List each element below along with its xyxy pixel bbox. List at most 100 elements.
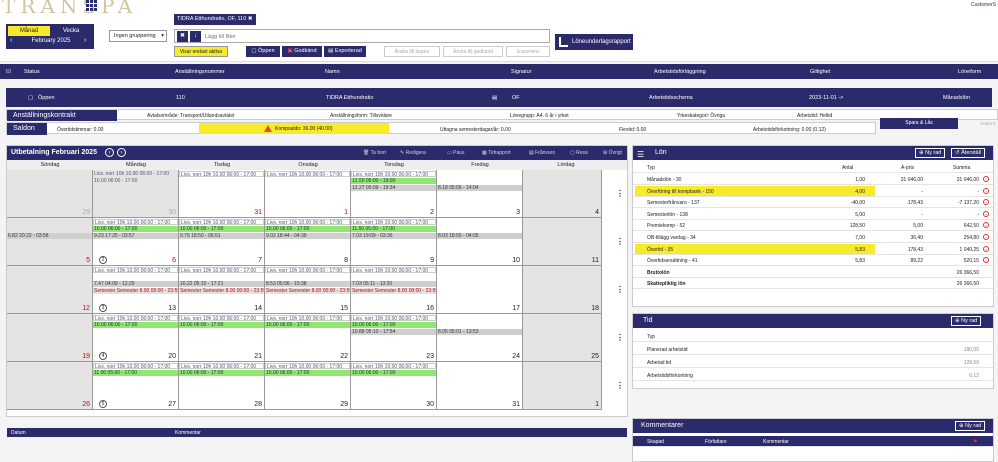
calendar-event[interactable]: Livs. norr 10h 10.00 06:00 - 17:00	[351, 363, 436, 369]
calendar-event[interactable]: Livs. norr 10h 10.00 06:00 - 17:00	[179, 315, 264, 321]
calendar-day-cell[interactable]: 17	[437, 266, 523, 314]
export-disabled-button[interactable]: Exportera	[506, 46, 550, 57]
remove-row-icon[interactable]: −	[983, 222, 989, 229]
calendar-event[interactable]: 11.50 05:00 - 17:00	[351, 226, 436, 232]
more-options-icon[interactable]: ⋮	[615, 362, 625, 410]
col-payform[interactable]: Löneform	[958, 69, 981, 75]
calendar-event[interactable]: Livs. norr 10h 10.00 06:00 - 17:00	[351, 171, 436, 177]
calendar-event[interactable]: 10.00 06:00 - 17:00	[351, 322, 436, 328]
add-time-row-button[interactable]: ⊕ Ny rad	[951, 316, 982, 326]
calendar-prev-icon[interactable]: ‹	[105, 148, 114, 157]
calendar-event[interactable]: Livs. norr 10h 10.00 06:00 - 17:00	[265, 171, 350, 177]
calendar-day-cell[interactable]: 5	[7, 218, 93, 266]
calendar-event[interactable]: 6.82 20:22 - 03:58	[7, 233, 92, 239]
edit-action[interactable]: ✎ Redigera	[400, 150, 426, 156]
calendar-event[interactable]: Livs. norr 10h 10.00 06:00 - 17:00	[351, 315, 436, 321]
calendar-event[interactable]: 8.53 05:06 - 15:38	[265, 281, 350, 287]
calendar-event[interactable]: 10.00 06:00 - 17:00	[351, 370, 436, 376]
filter-input[interactable]	[205, 31, 545, 42]
remove-row-icon[interactable]: −	[983, 199, 989, 206]
app-grid-icon[interactable]	[86, 0, 98, 11]
save-lock-button[interactable]: Spara & Lås	[880, 118, 958, 129]
remove-row-icon[interactable]: −	[983, 187, 989, 194]
calendar-event[interactable]: Semester Semester 8.00 00:00 - 23:59	[179, 288, 264, 294]
calendar-day-cell[interactable]: 24	[437, 314, 523, 362]
calendar-event[interactable]: 10.00 06:00 - 17:00	[179, 322, 264, 328]
salary-row[interactable]: Överföring till kompbank - 150 4,00- - −	[633, 185, 993, 197]
calendar-event[interactable]: 8.03 18:55 - 04:05	[437, 233, 522, 239]
calendar-event[interactable]: Livs. norr 10h 10.00 06:00 - 17:00	[179, 363, 264, 369]
clear-filter-icon[interactable]: ✖	[177, 31, 188, 42]
calendar-event[interactable]: Livs. norr 10h 10.00 06:00 - 17:00	[179, 267, 264, 273]
col-empno[interactable]: Anställningsnummer	[175, 69, 225, 75]
calendar-day-cell[interactable]: 26	[7, 362, 93, 410]
calendar-event[interactable]: Livs. norr 10h 10.00 06:00 - 17:00	[265, 267, 350, 273]
calendar-day-cell[interactable]: 1	[265, 170, 351, 218]
time-row[interactable]: Arbetstidsförkortning 0,12	[633, 370, 993, 381]
calendar-day-cell[interactable]: 10	[437, 218, 523, 266]
calendar-event[interactable]: 7.47 04:09 - 12:29	[93, 281, 178, 287]
time-row[interactable]: Planerad arbetstid 180,00	[633, 344, 993, 355]
remove-row-icon[interactable]: −	[983, 257, 989, 264]
calendar-event[interactable]: 7.03 05:11 - 13:20	[351, 281, 436, 287]
calendar-event[interactable]: 12.50 05:00 - 19:00	[351, 178, 436, 184]
col-signature[interactable]: Signatur	[511, 69, 532, 75]
calendar-event[interactable]: Livs. norr 10h 10.00 06:00 - 17:00	[93, 315, 178, 321]
calendar-event[interactable]: 8.05 05:01 - 13:53	[437, 329, 522, 335]
calendar-event[interactable]: 10.00 06:00 - 17:00	[265, 370, 350, 376]
change-to-approved-button[interactable]: Ändra till godkänd	[443, 46, 503, 57]
salary-row[interactable]: Övertid - 35 5,83 178,43 1 040,25−	[633, 243, 993, 255]
chevron-left-icon[interactable]: ‹	[10, 37, 12, 44]
remove-row-icon[interactable]: −	[983, 176, 989, 182]
calendar-event[interactable]: 7.03 19:09 - 03:36	[351, 233, 436, 239]
timereport-action[interactable]: ▦ Tidrapport	[482, 150, 511, 156]
week-toggle[interactable]: Vecka	[50, 26, 92, 36]
calendar-event[interactable]: 10.00 06:00 - 17:00	[265, 322, 350, 328]
filter-chip[interactable]: TIDRA Etthundratio, OF, 110 ✖	[174, 14, 256, 25]
calendar-event[interactable]: 10.22 05:10 - 17:21	[179, 281, 264, 287]
calendar-event[interactable]: Livs. norr 10h 10.00 06:00 - 17:00	[93, 267, 178, 273]
customer-label[interactable]: CustomerS	[971, 2, 996, 8]
calendar-event[interactable]: 9.75 18:50 - 06:51	[179, 233, 264, 239]
col-status[interactable]: Status	[24, 69, 40, 75]
calendar-day-cell[interactable]: 29	[7, 170, 93, 218]
calendar-day-cell[interactable]: 31	[179, 170, 265, 218]
remove-row-icon[interactable]: −	[983, 210, 989, 217]
calendar-event[interactable]: 10.00 06:00 - 17:00	[179, 226, 264, 232]
calendar-event[interactable]: 10.00 06:00 - 17:00	[93, 226, 178, 232]
calendar-event[interactable]: Livs. norr 10h 10.00 06:00 - 17:00	[265, 219, 350, 225]
open-button[interactable]: ▢ Öppen	[246, 46, 280, 57]
calendar-event[interactable]: 11.00 05:00 - 17:00	[93, 370, 178, 376]
only-active-toggle[interactable]: Visar endast aktiva	[174, 46, 228, 57]
calendar-day-cell[interactable]: 4	[523, 170, 602, 218]
calendar-day-cell[interactable]: 25	[523, 314, 602, 362]
salary-row[interactable]: Semesterfrånvaro - 137 -40,00 178,43 -7 137…	[633, 197, 993, 209]
more-options-icon[interactable]: ⋮	[615, 314, 625, 362]
salary-row[interactable]: OB-tillägg vardag - 34 7,00 36,40 254,80−	[633, 232, 993, 243]
calendar-event[interactable]: 10.00 06:00 - 17:00	[265, 226, 350, 232]
salary-row[interactable]: Premiekomp - 52 128,50 5,00 642,50−	[633, 220, 993, 232]
month-toggle[interactable]: Månad	[8, 26, 50, 36]
calendar-day-cell[interactable]: 3	[437, 170, 523, 218]
col-schedule[interactable]: Arbetstidsförläggning	[654, 69, 706, 75]
calendar-event[interactable]: Livs. norr 10h 10.00 06:00 - 17:00	[351, 219, 436, 225]
delete-action[interactable]: 🗑 Ta bort	[363, 150, 386, 156]
more-options-icon[interactable]: ⋮	[615, 218, 625, 266]
col-validity[interactable]: Giltighet	[810, 69, 830, 75]
calendar-day-cell[interactable]: 31	[437, 362, 523, 410]
calendar-event[interactable]: Semester Semester 8.00 00:00 - 23:59	[351, 288, 436, 294]
col-name[interactable]: Namn	[325, 69, 340, 75]
calendar-event[interactable]: Semester Semester 8.00 00:00 - 23:59	[93, 288, 178, 294]
salary-row[interactable]: Bruttolön 26 366,50	[633, 267, 993, 278]
change-faded-button[interactable]: Ändra ti	[980, 121, 996, 126]
calendar-day-cell[interactable]: 1	[523, 362, 602, 410]
payroll-report-button[interactable]: Löneunderlagsrapport	[555, 34, 633, 50]
approve-button[interactable]: ▣ Godkänd	[282, 46, 322, 57]
change-to-open-button[interactable]: Ändra till öppen	[384, 46, 440, 57]
reset-button[interactable]: ↺ Återställ	[951, 148, 986, 158]
calendar-event[interactable]: 9.23 17:25 - 03:57	[93, 233, 178, 239]
other-action[interactable]: ⊞ Övrigt	[603, 150, 622, 156]
calendar-event[interactable]: 10.00 06:00 - 17:00	[93, 178, 178, 184]
select-all-checkbox[interactable]: ☑	[6, 69, 11, 75]
calendar-event[interactable]: 12.27 05:09 - 19:34	[351, 185, 436, 191]
